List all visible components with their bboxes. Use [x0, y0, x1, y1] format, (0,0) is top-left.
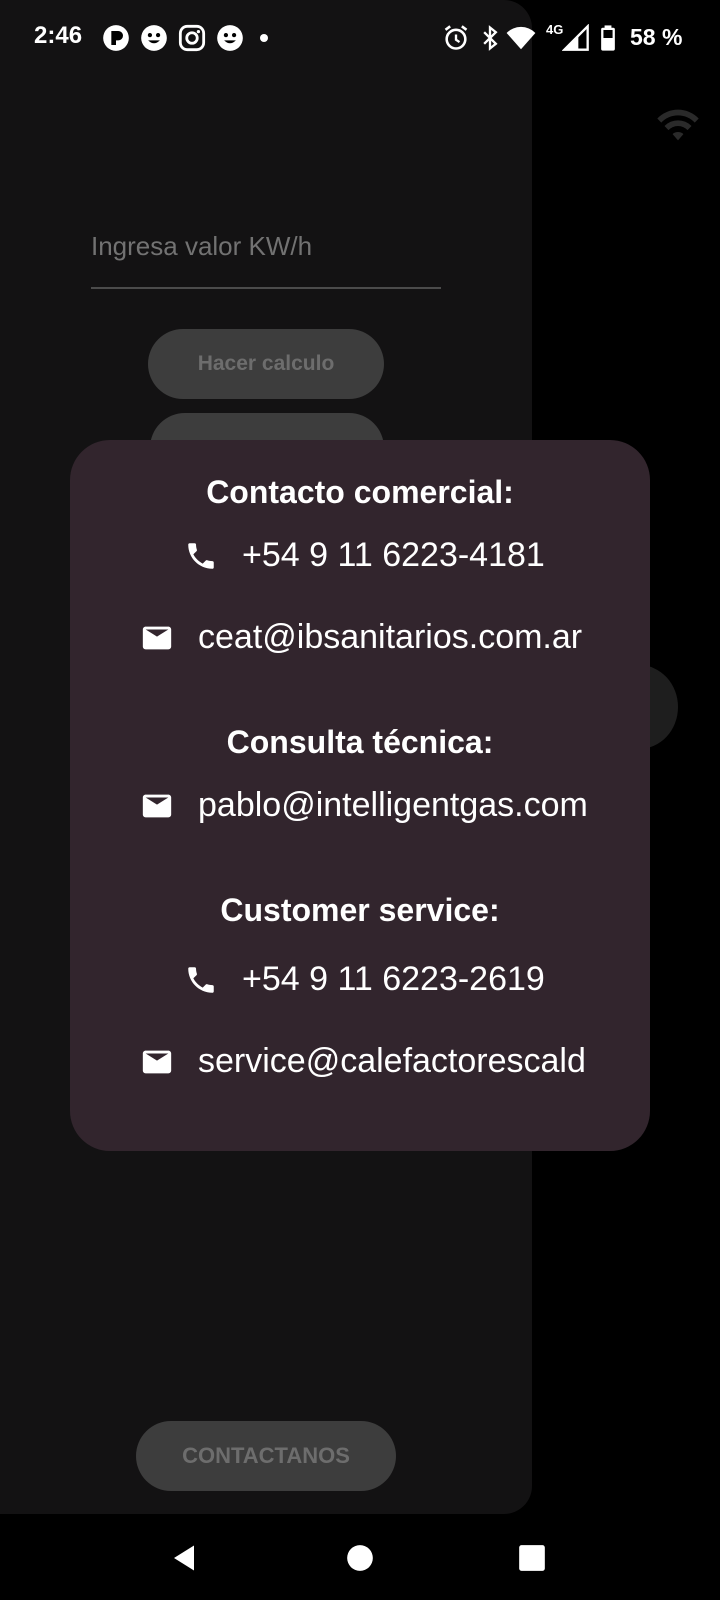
- technical-email: pablo@intelligentgas.com: [198, 786, 588, 824]
- battery-icon: [601, 25, 615, 51]
- navigation-bar: [0, 1514, 720, 1600]
- email-icon: [142, 1050, 172, 1073]
- commercial-email: ceat@ibsanitarios.com.ar: [198, 618, 583, 656]
- technical-consult-title: Consulta técnica:: [226, 724, 494, 760]
- wifi-icon: [657, 109, 699, 141]
- customer-email: service@calefactorescald: [198, 1042, 586, 1080]
- status-time: 2:46: [34, 22, 83, 49]
- commercial-phone: +54 9 11 6223-4181: [242, 536, 545, 574]
- more-notifications-dot-icon: [260, 34, 268, 42]
- smiley-notification-icon: [141, 25, 167, 51]
- phone-icon: [188, 966, 214, 993]
- back-button[interactable]: [160, 1534, 208, 1582]
- alarm-icon: [444, 25, 468, 50]
- app-notification-icon: [103, 25, 129, 51]
- recents-icon: [519, 1545, 545, 1571]
- contact-dialog: Contacto comercial: +54 9 11 6223-4181 c…: [70, 440, 650, 1151]
- kwh-input[interactable]: [91, 205, 441, 289]
- phone-icon: [188, 542, 214, 569]
- commercial-contact-title: Contacto comercial:: [206, 474, 514, 510]
- battery-percentage: 58 %: [630, 24, 683, 50]
- commercial-email-row[interactable]: ceat@ibsanitarios.com.ar: [140, 618, 626, 657]
- instagram-icon: [178, 24, 206, 52]
- customer-phone: +54 9 11 6223-2619: [242, 960, 545, 998]
- wifi-status-icon: [506, 26, 536, 50]
- commercial-phone-row[interactable]: +54 9 11 6223-4181: [184, 536, 624, 575]
- email-icon: [142, 794, 172, 817]
- home-button[interactable]: [336, 1534, 384, 1582]
- bluetooth-icon: [483, 25, 498, 51]
- back-icon: [174, 1545, 194, 1571]
- status-bar: 2:46 4G 58 %: [0, 0, 720, 78]
- customer-email-row[interactable]: service@calefactorescald: [140, 1042, 626, 1081]
- screen: Hacer calculo CONTACTANOS 2:46: [0, 0, 720, 1600]
- customer-service-title: Customer service:: [220, 892, 500, 928]
- recents-button[interactable]: [508, 1534, 556, 1582]
- signal-icon: [562, 24, 589, 51]
- home-icon: [347, 1545, 373, 1571]
- technical-email-row[interactable]: pablo@intelligentgas.com: [140, 786, 626, 825]
- network-type: 4G: [546, 22, 564, 37]
- calculate-button[interactable]: Hacer calculo: [148, 329, 384, 399]
- contact-button[interactable]: CONTACTANOS: [136, 1421, 396, 1491]
- customer-phone-row[interactable]: +54 9 11 6223-2619: [184, 960, 624, 999]
- email-icon: [142, 626, 172, 649]
- smiley-notification-icon-2: [217, 25, 243, 51]
